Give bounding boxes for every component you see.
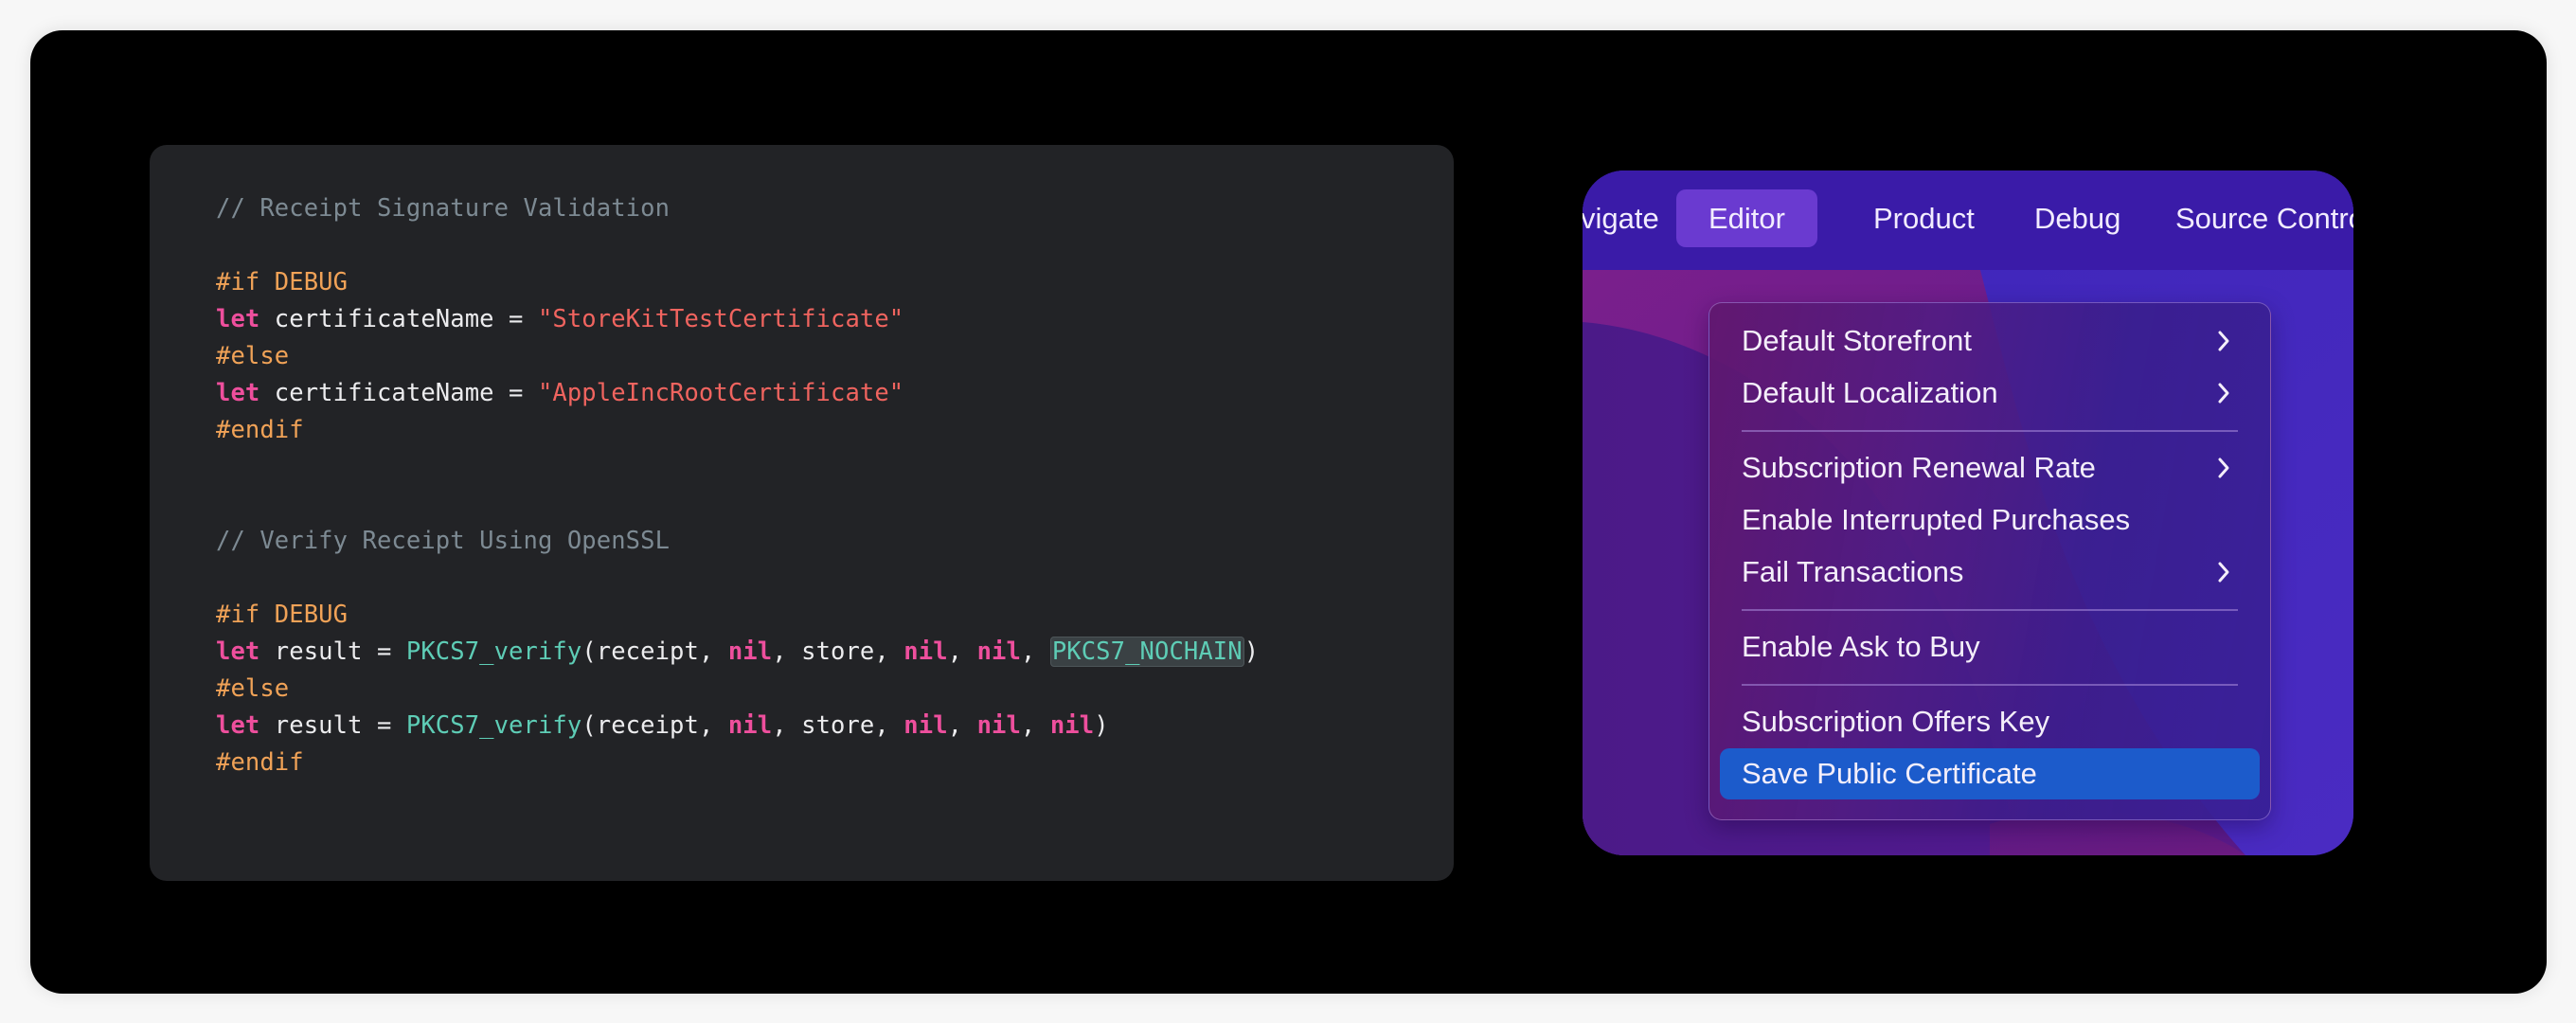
code-text: (receipt,: [581, 637, 728, 666]
code-text: ,: [947, 637, 977, 666]
menu-item-subscription-renewal-rate[interactable]: Subscription Renewal Rate: [1720, 442, 2260, 494]
keyword: nil: [1049, 711, 1095, 740]
preprocessor-directive: #else: [216, 342, 290, 370]
menu-item-label: Subscription Offers Key: [1742, 705, 2050, 738]
preprocessor-directive: #if DEBUG: [216, 268, 349, 296]
menu-item-label: Enable Ask to Buy: [1742, 630, 1980, 663]
menu-separator: [1742, 430, 2238, 432]
keyword: let: [216, 637, 260, 666]
screenshot-frame: // Receipt Signature Validation #if DEBU…: [30, 30, 2547, 994]
code-text: certificateName =: [259, 379, 538, 407]
menu-item-default-storefront[interactable]: Default Storefront: [1720, 315, 2260, 367]
chevron-right-icon: [2218, 458, 2229, 478]
chevron-right-icon: [2218, 331, 2229, 351]
preprocessor-directive: #endif: [216, 748, 304, 777]
menu-bar: vigate Editor Product Debug Source Contr…: [1583, 170, 2353, 270]
menu-item-label: Default Localization: [1742, 376, 1998, 409]
code-comment: // Verify Receipt Using OpenSSL: [216, 527, 671, 555]
code-snippet-panel: // Receipt Signature Validation #if DEBU…: [150, 145, 1454, 881]
code-text: ,: [947, 711, 977, 740]
menubar-item-debug[interactable]: Debug: [2034, 189, 2120, 247]
code-text: certificateName =: [259, 305, 538, 333]
preprocessor-directive: #else: [216, 674, 290, 703]
code-line: let result = PKCS7_verify(receipt, nil, …: [216, 708, 1259, 745]
menu-item-label: Fail Transactions: [1742, 555, 1964, 588]
code-line: #if DEBUG: [216, 264, 1259, 301]
code-line: #else: [216, 671, 1259, 708]
code-line: #endif: [216, 412, 1259, 449]
menubar-item-source-control[interactable]: Source Contro: [2175, 189, 2353, 247]
menu-item-enable-ask-to-buy[interactable]: Enable Ask to Buy: [1720, 621, 2260, 673]
keyword: nil: [976, 711, 1021, 740]
menubar-item-navigate[interactable]: vigate: [1583, 189, 1659, 247]
menu-item-enable-interrupted-purchases[interactable]: Enable Interrupted Purchases: [1720, 494, 2260, 546]
code-text: result =: [259, 711, 406, 740]
chevron-right-icon: [2218, 562, 2229, 583]
menu-separator: [1742, 609, 2238, 611]
function-name: PKCS7_verify: [405, 637, 582, 666]
function-name: PKCS7_verify: [405, 711, 582, 740]
menu-item-label: Enable Interrupted Purchases: [1742, 503, 2131, 536]
code-line: #else: [216, 338, 1259, 375]
code-line: #if DEBUG: [216, 597, 1259, 634]
code-line: let certificateName = "AppleIncRootCerti…: [216, 375, 1259, 412]
menubar-item-editor[interactable]: Editor: [1676, 189, 1817, 247]
code-line: let certificateName = "StoreKitTestCerti…: [216, 301, 1259, 338]
code-text: result =: [259, 637, 406, 666]
menu-item-save-public-certificate[interactable]: Save Public Certificate: [1720, 748, 2260, 799]
code-text: , store,: [772, 711, 904, 740]
editor-dropdown-menu: Default Storefront Default Localization Su…: [1708, 302, 2271, 820]
code-text: ): [1243, 637, 1260, 666]
code-line: #endif: [216, 745, 1259, 781]
code-text: (receipt,: [581, 711, 728, 740]
menu-item-default-localization[interactable]: Default Localization: [1720, 368, 2260, 419]
code-text: ): [1094, 711, 1109, 740]
code-line: // Receipt Signature Validation: [216, 190, 1259, 227]
preprocessor-directive: #endif: [216, 416, 304, 444]
chevron-right-icon: [2218, 383, 2229, 404]
menubar-item-product[interactable]: Product: [1873, 189, 1975, 247]
menu-item-label: Default Storefront: [1742, 324, 1972, 357]
string-literal: "AppleIncRootCertificate": [537, 379, 904, 407]
keyword: nil: [727, 637, 773, 666]
highlighted-token: PKCS7_NOCHAIN: [1049, 637, 1244, 667]
string-literal: "StoreKitTestCertificate": [537, 305, 904, 333]
keyword: nil: [727, 711, 773, 740]
code-comment: // Receipt Signature Validation: [216, 194, 671, 223]
xcode-menu-screenshot: vigate Editor Product Debug Source Contr…: [1583, 170, 2353, 855]
keyword: nil: [903, 711, 948, 740]
code-text: ,: [1020, 637, 1050, 666]
preprocessor-directive: #if DEBUG: [216, 601, 349, 629]
code-line: let result = PKCS7_verify(receipt, nil, …: [216, 634, 1259, 671]
code-text: , store,: [772, 637, 904, 666]
keyword: let: [216, 305, 260, 333]
menu-item-subscription-offers-key[interactable]: Subscription Offers Key: [1720, 696, 2260, 747]
keyword: let: [216, 711, 260, 740]
menu-item-label: Save Public Certificate: [1742, 757, 2037, 790]
code-text: ,: [1020, 711, 1050, 740]
code-line: // Verify Receipt Using OpenSSL: [216, 523, 1259, 560]
keyword: nil: [976, 637, 1021, 666]
menu-separator: [1742, 684, 2238, 686]
code-block: // Receipt Signature Validation #if DEBU…: [216, 190, 1259, 781]
keyword: let: [216, 379, 260, 407]
menu-item-label: Subscription Renewal Rate: [1742, 451, 2096, 484]
keyword: nil: [903, 637, 948, 666]
menu-item-fail-transactions[interactable]: Fail Transactions: [1720, 547, 2260, 598]
